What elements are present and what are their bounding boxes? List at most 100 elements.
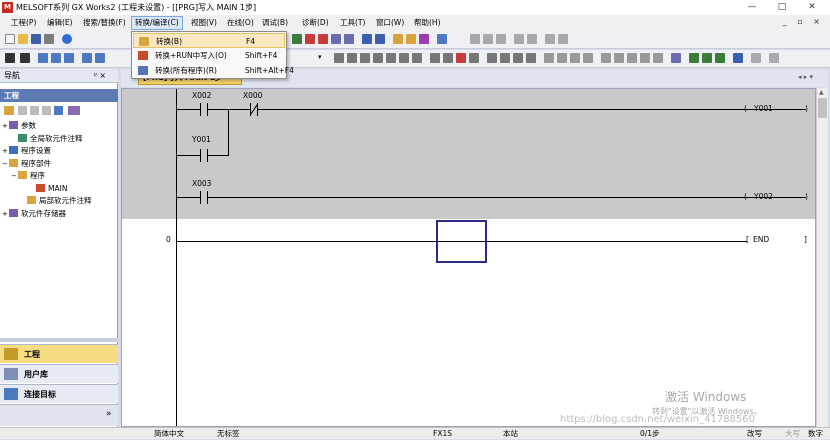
ladder-tool-icon[interactable]: [496, 34, 506, 44]
ladder-tool-icon[interactable]: [514, 34, 524, 44]
batch-monitor-icon[interactable]: [375, 34, 385, 44]
scroll-up-icon[interactable]: ▲: [819, 89, 824, 97]
verify-icon[interactable]: [331, 34, 341, 44]
nav-tab-project[interactable]: 工程: [0, 344, 118, 363]
pulse-icon[interactable]: [544, 53, 554, 63]
tree-expander-icon[interactable]: +: [2, 121, 9, 132]
contact-icon[interactable]: [386, 53, 396, 63]
comment-icon[interactable]: [671, 53, 681, 63]
tree-node[interactable]: − 程序部件: [2, 158, 51, 170]
tree-expander-icon[interactable]: −: [2, 159, 9, 170]
close-button[interactable]: ✕: [797, 0, 827, 15]
start-monitor-icon[interactable]: [393, 34, 403, 44]
tab-scroll-arrows[interactable]: ◂ ▸ ▾: [798, 72, 813, 82]
menu-help[interactable]: 帮助(H): [411, 16, 444, 30]
option-icon[interactable]: [68, 106, 80, 115]
delete-icon[interactable]: [42, 106, 51, 115]
tree-node[interactable]: + 软元件存储器: [2, 208, 66, 220]
tree-node[interactable]: 全局软元件注释: [11, 133, 83, 144]
contact-no[interactable]: [200, 191, 208, 204]
contact-icon[interactable]: [347, 53, 357, 63]
read-plc-icon[interactable]: [318, 34, 328, 44]
tree-node[interactable]: + 程序设置: [2, 145, 51, 157]
menu-item-convert-all[interactable]: 转换(所有程序)(R) Shift+Alt+F4: [133, 63, 294, 78]
contact-icon[interactable]: [399, 53, 409, 63]
line-tool-icon[interactable]: [653, 53, 663, 63]
tree-node[interactable]: − 程序: [11, 170, 45, 182]
sort-icon[interactable]: [54, 106, 63, 115]
window-icon[interactable]: [38, 53, 48, 63]
pulse-icon[interactable]: [513, 53, 523, 63]
line-tool-icon[interactable]: [601, 53, 611, 63]
simulate-icon[interactable]: [419, 34, 429, 44]
online-icon[interactable]: [344, 34, 354, 44]
convert-icon[interactable]: [689, 53, 699, 63]
contact-icon[interactable]: [360, 53, 370, 63]
menu-online[interactable]: 在线(O): [224, 16, 257, 30]
ladder-tool-icon[interactable]: [545, 34, 555, 44]
line-tool-icon[interactable]: [640, 53, 650, 63]
nav-tab-connection[interactable]: 连接目标: [0, 384, 118, 403]
tree-node[interactable]: MAIN: [29, 183, 67, 194]
monitor-icon[interactable]: [292, 34, 302, 44]
convert-icon[interactable]: [715, 53, 725, 63]
ladder-tool-icon[interactable]: [527, 34, 537, 44]
contact-no[interactable]: [200, 149, 208, 162]
stop-monitor-icon[interactable]: [406, 34, 416, 44]
menu-convert-compile[interactable]: 转换/编译(C): [131, 16, 183, 30]
open-folder-icon[interactable]: [18, 34, 28, 44]
ladder-editor[interactable]: X002 X000 ( Y001 ) Y001 X003 ( Y002 ) 0 …: [121, 88, 816, 427]
menu-edit[interactable]: 编辑(E): [44, 16, 76, 30]
scrollbar-thumb[interactable]: [818, 98, 827, 118]
menu-find-replace[interactable]: 搜索/替换(F): [80, 16, 129, 30]
menu-tools[interactable]: 工具(T): [337, 16, 368, 30]
new-item-icon[interactable]: [4, 106, 14, 115]
more-tabs-button[interactable]: »: [106, 409, 112, 420]
navigation-pin-close[interactable]: ᵖ ×: [94, 71, 106, 81]
save-icon[interactable]: [31, 34, 41, 44]
contact-icon[interactable]: [412, 53, 422, 63]
delete-line-icon[interactable]: [456, 53, 466, 63]
device-icon[interactable]: [362, 34, 372, 44]
menu-debug[interactable]: 调试(B): [259, 16, 291, 30]
screen-icon[interactable]: [437, 34, 447, 44]
dropdown-arrow-icon[interactable]: ▾: [318, 53, 326, 63]
write-plc-icon[interactable]: [305, 34, 315, 44]
panel-splitter[interactable]: [0, 338, 118, 342]
help-icon[interactable]: [62, 34, 72, 44]
window-icon[interactable]: [95, 53, 105, 63]
window-icon[interactable]: [82, 53, 92, 63]
print-icon[interactable]: [44, 34, 54, 44]
menu-item-convert-run-write[interactable]: 转换+RUN中写入(O) Shift+F4: [133, 48, 285, 63]
ladder-tool-icon[interactable]: [470, 34, 480, 44]
find-icon[interactable]: [733, 53, 743, 63]
ladder-tool-icon[interactable]: [483, 34, 493, 44]
convert-icon[interactable]: [702, 53, 712, 63]
new-file-icon[interactable]: [5, 34, 15, 44]
coil-icon[interactable]: [469, 53, 479, 63]
pulse-icon[interactable]: [570, 53, 580, 63]
window-icon[interactable]: [51, 53, 61, 63]
find-icon[interactable]: [769, 53, 779, 63]
pulse-icon[interactable]: [583, 53, 593, 63]
ladder-tool-icon[interactable]: [558, 34, 568, 44]
tree-expander-icon[interactable]: +: [2, 146, 9, 157]
coil-icon[interactable]: [443, 53, 453, 63]
tree-node[interactable]: 局部软元件注释: [20, 195, 92, 206]
menu-window[interactable]: 窗口(W): [373, 16, 407, 30]
list-icon[interactable]: [20, 53, 30, 63]
vertical-scrollbar[interactable]: ▲: [816, 88, 828, 427]
menu-item-convert[interactable]: 转换(B) F4: [133, 33, 285, 48]
pulse-icon[interactable]: [557, 53, 567, 63]
nav-tab-user-library[interactable]: 用户库: [0, 364, 118, 383]
tree-node[interactable]: + 参数: [2, 120, 36, 132]
open-icon[interactable]: [30, 106, 39, 115]
contact-no[interactable]: [200, 103, 208, 116]
window-icon[interactable]: [64, 53, 74, 63]
tree-expander-icon[interactable]: −: [11, 171, 18, 182]
property-icon[interactable]: [18, 106, 27, 115]
mdi-window-controls[interactable]: _ ▫ ×: [783, 17, 824, 26]
line-tool-icon[interactable]: [627, 53, 637, 63]
minimize-button[interactable]: —: [737, 0, 767, 15]
ladder-icon[interactable]: [5, 53, 15, 63]
